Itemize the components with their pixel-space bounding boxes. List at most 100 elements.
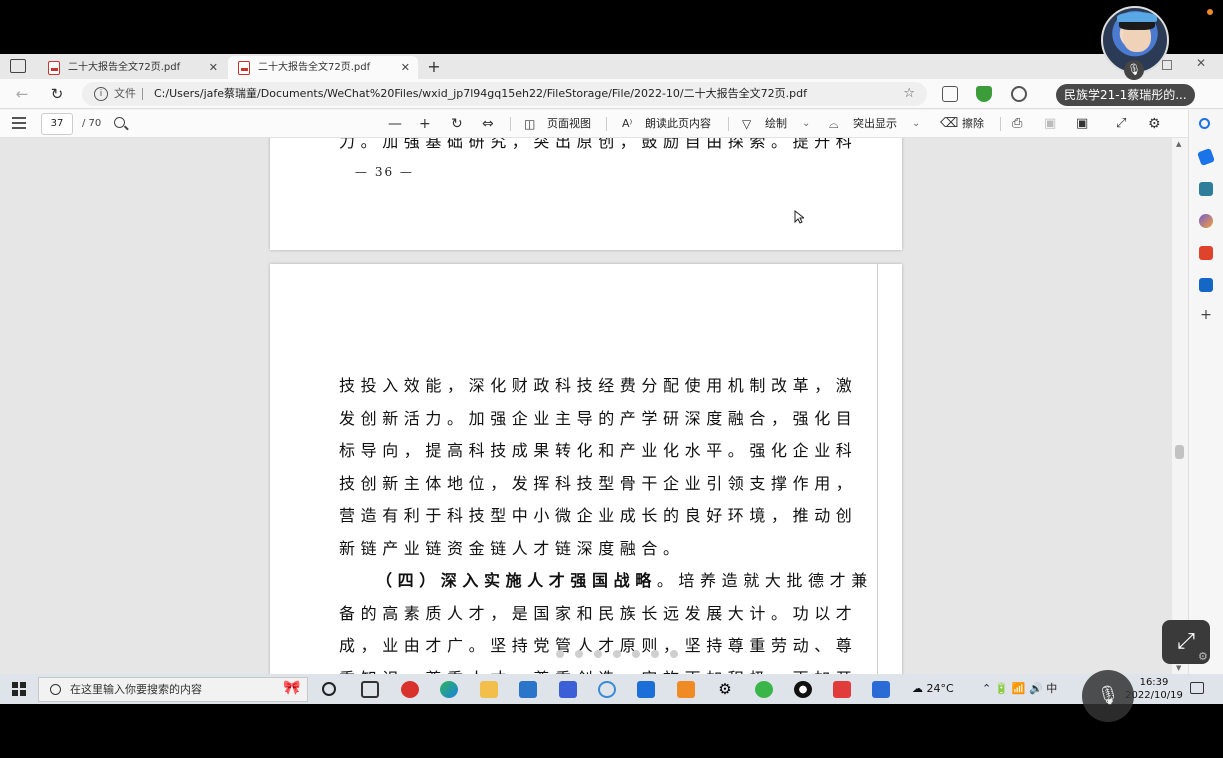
shield-extension-icon[interactable] xyxy=(976,86,992,102)
float-settings-icon[interactable]: ⚙ xyxy=(1198,650,1208,663)
search-icon xyxy=(50,684,61,695)
page-view-button[interactable]: 页面视图 xyxy=(547,110,591,138)
table-of-contents-icon[interactable] xyxy=(12,117,26,129)
scheme-label: 文件 xyxy=(114,87,136,100)
pdf-toolbar: 37 / 70 — + ↻ ⇔ ◫ 页面视图 A⁾ 朗读此页内容 ▽ 绘制 ⌄ … xyxy=(0,110,1223,138)
indicator-dot xyxy=(651,650,659,658)
pdf-viewport[interactable]: 力。加强基础研究，突出原创，鼓励自由探索。提升科 — 36 — 技投入效能，深化… xyxy=(0,138,1172,674)
restore-window-button[interactable] xyxy=(1162,60,1172,70)
sidebar-search-icon[interactable] xyxy=(1199,118,1210,129)
add-favorite-icon[interactable]: ☆ xyxy=(903,86,915,101)
close-window-button[interactable]: ✕ xyxy=(1196,56,1206,70)
settings-icon[interactable]: ⚙ xyxy=(716,681,734,698)
url-text[interactable]: C:/Users/jafe蔡瑞童/Documents/WeChat%20File… xyxy=(154,82,807,106)
scroll-up-icon[interactable]: ▲ xyxy=(1176,140,1181,148)
body-line: 标导向，提高科技成果转化和产业化水平。强化企业科 xyxy=(339,441,858,460)
netease-music-icon[interactable] xyxy=(401,681,419,698)
new-tab-button[interactable]: + xyxy=(424,57,444,77)
refresh-button[interactable]: ↻ xyxy=(47,84,67,104)
start-button[interactable] xyxy=(12,682,26,696)
body-line: 新链产业链资金链人才链深度融合。 xyxy=(339,539,685,558)
draw-icon: ▽ xyxy=(742,117,752,131)
rotate-icon[interactable]: ↻ xyxy=(451,110,463,138)
save-as-icon[interactable]: ▣ xyxy=(1076,110,1088,138)
erase-button[interactable]: 擦除 xyxy=(962,110,984,138)
section-line-tail: 。培养造就大批德才兼 xyxy=(656,571,873,590)
edge-browser-icon[interactable] xyxy=(440,681,458,698)
address-bar[interactable]: i 文件 C:/Users/jafe蔡瑞童/Documents/WeChat%2… xyxy=(82,82,927,106)
scroll-down-icon[interactable]: ▼ xyxy=(1176,664,1181,672)
info-icon[interactable]: i xyxy=(94,87,108,101)
toolbar-divider xyxy=(510,117,511,131)
highlight-options-chevron-icon[interactable]: ⌄ xyxy=(912,110,920,138)
tab-label: 二十大报告全文72页.pdf xyxy=(68,62,181,73)
pdf-icon xyxy=(48,61,60,75)
system-tray[interactable]: ⌃ 🔋 📶 🔊 中 xyxy=(982,674,1057,704)
zoom-in-icon[interactable]: + xyxy=(419,110,431,138)
indicator-dot xyxy=(613,650,621,658)
body-line: 备的高素质人才，是国家和民族长远发展大计。功以才 xyxy=(339,604,858,623)
notes-app-icon[interactable] xyxy=(559,681,577,698)
sidebar-add-icon[interactable]: + xyxy=(1199,308,1213,322)
scrollbar-thumb[interactable] xyxy=(1175,445,1184,459)
body-line: 营造有利于科技型中小微企业成长的良好环境，推动创 xyxy=(339,506,858,525)
settings-gear-icon[interactable]: ⚙ xyxy=(1148,110,1161,138)
edge-sidebar: + xyxy=(1188,110,1223,674)
clock-time: 16:39 xyxy=(1139,677,1169,688)
close-tab-icon[interactable]: ✕ xyxy=(209,56,218,79)
page-number-input[interactable]: 37 xyxy=(41,113,73,135)
draw-options-chevron-icon[interactable]: ⌄ xyxy=(802,110,810,138)
notification-icon[interactable] xyxy=(1190,682,1204,694)
indicator-dot xyxy=(594,650,602,658)
wechat-icon[interactable] xyxy=(755,681,773,698)
highlight-icon: ⌓ xyxy=(829,117,839,131)
cortana-icon[interactable] xyxy=(322,682,336,696)
read-aloud-icon: A⁾ xyxy=(622,117,633,130)
body-line: 技投入效能，深化财政科技经费分配使用机制改革，激 xyxy=(339,376,858,395)
save-icon[interactable]: ▣ xyxy=(1044,110,1056,138)
qq-icon[interactable] xyxy=(794,681,812,698)
taskbar-search-box[interactable]: 在这里输入你要搜索的内容 🎀 xyxy=(38,677,308,702)
tab-pdf-2-active[interactable]: 二十大报告全文72页.pdf ✕ xyxy=(228,56,418,79)
highlight-button[interactable]: 突出显示 xyxy=(853,110,897,138)
sidebar-games-icon[interactable] xyxy=(1199,214,1213,228)
close-tab-icon[interactable]: ✕ xyxy=(401,56,410,79)
draw-button[interactable]: 绘制 xyxy=(765,110,787,138)
vertical-scrollbar[interactable]: ▲ ▼ xyxy=(1172,138,1188,674)
file-explorer-icon[interactable] xyxy=(480,681,498,698)
ime-indicator[interactable]: 中 xyxy=(1046,682,1057,695)
sidebar-outlook-icon[interactable] xyxy=(1199,278,1213,292)
avatar-cap xyxy=(1117,12,1157,22)
mail-icon[interactable] xyxy=(519,681,537,698)
toolbar-divider xyxy=(606,117,607,131)
back-button[interactable]: ← xyxy=(12,84,32,104)
mute-microphone-icon[interactable]: 🎙 xyxy=(1082,670,1134,722)
tab-pdf-1[interactable]: 二十大报告全文72页.pdf ✕ xyxy=(38,56,226,79)
tab-actions-icon[interactable] xyxy=(10,59,26,73)
print-icon[interactable]: ⎙ xyxy=(1012,110,1022,138)
zoom-out-icon[interactable]: — xyxy=(388,110,402,138)
pink-ribbon-icon: 🎀 xyxy=(283,680,301,696)
indicator-dot xyxy=(575,650,583,658)
apps-icon[interactable] xyxy=(942,86,958,102)
weather-widget[interactable]: ☁ 24°C xyxy=(912,674,954,704)
fit-width-icon[interactable]: ⇔ xyxy=(482,110,494,138)
read-aloud-button[interactable]: 朗读此页内容 xyxy=(645,110,711,138)
search-icon[interactable] xyxy=(114,117,125,128)
muted-mic-icon: 🎙 xyxy=(1124,60,1144,80)
section-heading-line: （四）深入实施人才强国战略。培养造就大批德才兼 xyxy=(376,567,873,591)
task-view-icon[interactable] xyxy=(361,681,379,698)
wps-icon[interactable] xyxy=(833,681,851,698)
app-icon[interactable] xyxy=(637,681,655,698)
sidebar-shopping-icon[interactable] xyxy=(1197,148,1215,166)
fullscreen-icon[interactable]: ⤢ xyxy=(1116,110,1126,138)
app-icon-blue[interactable] xyxy=(872,681,890,698)
sidebar-tools-icon[interactable] xyxy=(1199,182,1213,196)
app-icon-orange[interactable] xyxy=(677,681,695,698)
address-bar-row: ← ↻ i 文件 C:/Users/jafe蔡瑞童/Documents/WeCh… xyxy=(0,79,1223,109)
extensions-icon[interactable] xyxy=(1011,86,1027,102)
photos-icon[interactable] xyxy=(598,681,616,698)
chevron-up-icon[interactable]: ⌃ xyxy=(982,682,991,695)
sidebar-office-icon[interactable] xyxy=(1199,246,1213,260)
temperature: 24°C xyxy=(926,682,954,695)
